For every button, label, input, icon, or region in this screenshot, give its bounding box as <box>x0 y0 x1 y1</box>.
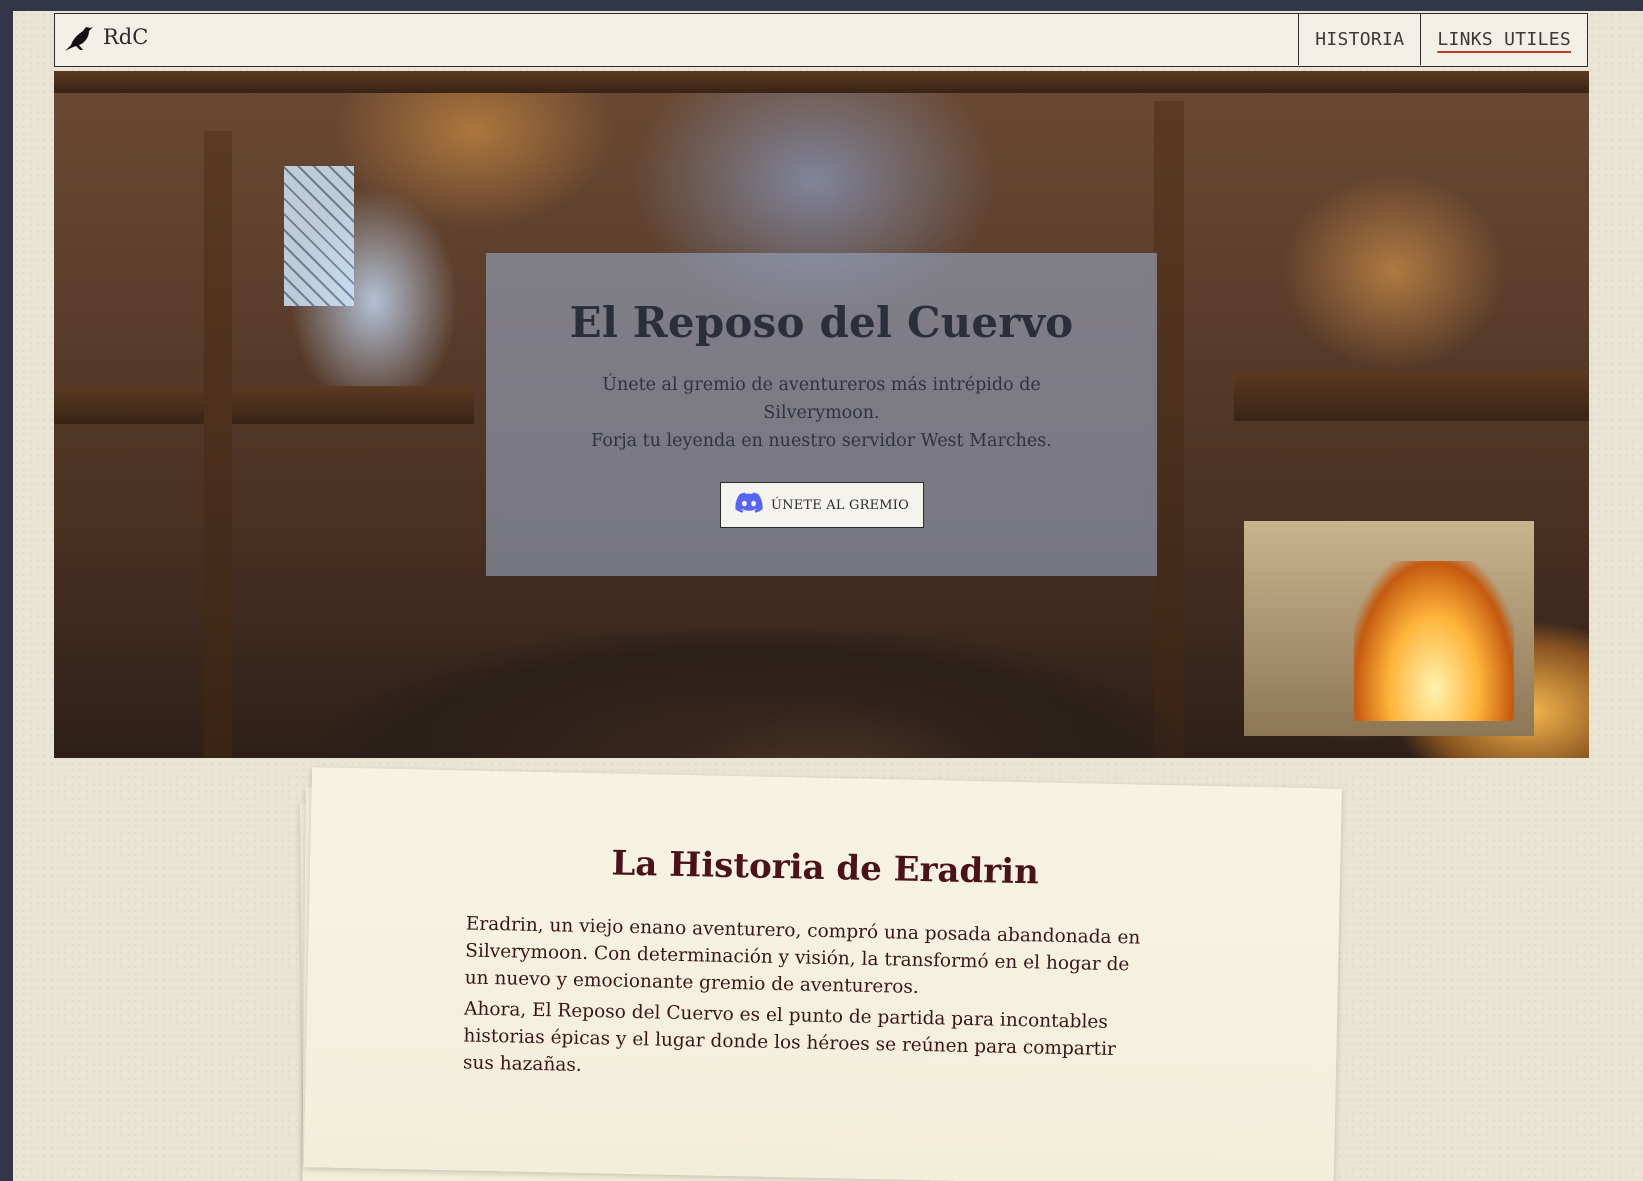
brand-link[interactable]: RdC <box>63 14 148 65</box>
story-paragraph: Ahora, El Reposo del Cuervo es el punto … <box>462 998 1117 1076</box>
hero-subtitle: Únete al gremio de aventureros más intré… <box>586 371 1057 455</box>
story-title: La Historia de Eradrin <box>611 843 1040 893</box>
hero-subtitle-line1: Únete al gremio de aventureros más intré… <box>602 375 1041 423</box>
story-paragraph: Eradrin, un viejo enano aventurero, comp… <box>464 913 1141 998</box>
hero-beam <box>204 131 232 758</box>
top-navbar: RdC HISTORIA LINKS UTILES <box>54 13 1588 67</box>
join-guild-button[interactable]: ÚNETE AL GREMIO <box>720 482 924 528</box>
brand-text: RdC <box>103 24 149 49</box>
hero-beam <box>54 71 1589 93</box>
nav-links: HISTORIA LINKS UTILES <box>1298 14 1587 65</box>
story-section: La Historia de Eradrin Eradrin, un viejo… <box>299 767 1345 1181</box>
hero-beam <box>1234 371 1589 421</box>
hero-card: El Reposo del Cuervo Únete al gremio de … <box>486 253 1157 576</box>
hero-section: El Reposo del Cuervo Únete al gremio de … <box>54 71 1589 758</box>
join-guild-label: ÚNETE AL GREMIO <box>770 497 910 513</box>
hero-subtitle-line2: Forja tu leyenda en nuestro servidor Wes… <box>591 431 1052 451</box>
nav-link-links-utiles[interactable]: LINKS UTILES <box>1420 14 1587 65</box>
window-image <box>284 166 354 306</box>
nav-link-historia[interactable]: HISTORIA <box>1298 14 1420 65</box>
nav-link-label: HISTORIA <box>1315 29 1405 50</box>
hero-title: El Reposo del Cuervo <box>569 298 1074 347</box>
adventurers-image <box>324 631 1184 758</box>
hero-beam <box>54 386 474 424</box>
fire-image <box>1354 561 1514 721</box>
raven-icon <box>63 23 95 57</box>
discord-icon <box>735 492 763 518</box>
nav-link-label: LINKS UTILES <box>1437 29 1571 50</box>
story-paper: La Historia de Eradrin Eradrin, un viejo… <box>303 767 1342 1181</box>
